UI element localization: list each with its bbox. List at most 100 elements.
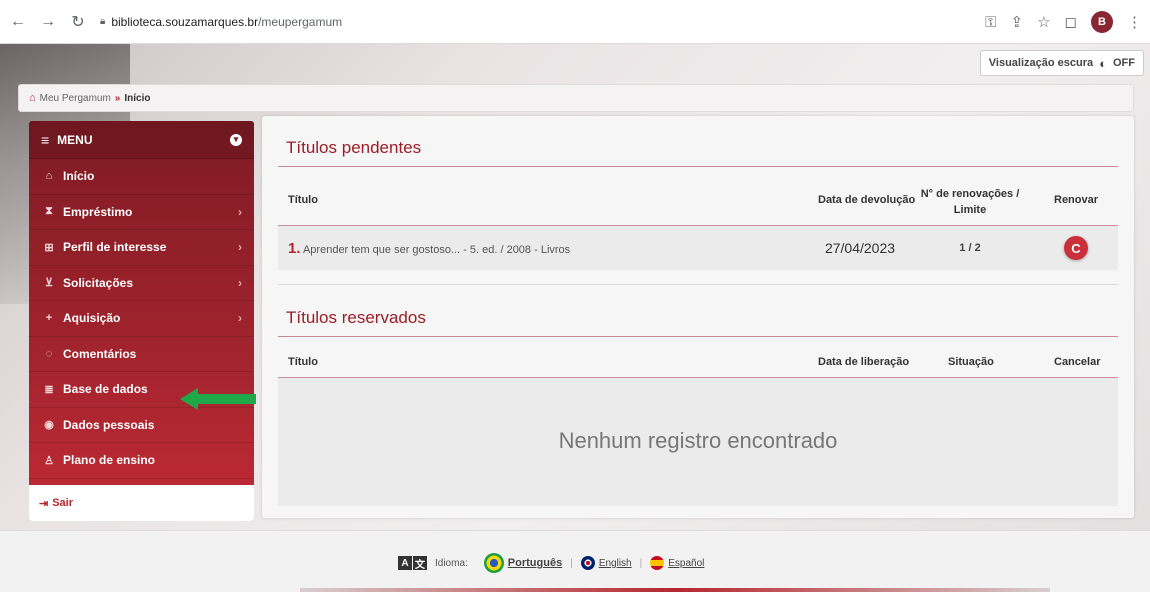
menu-title: MENU bbox=[57, 132, 93, 147]
main-panel: Títulos pendentes Título Data de devoluç… bbox=[262, 116, 1134, 518]
renew-button[interactable]: C bbox=[1064, 236, 1088, 260]
teacher-icon: ♙ bbox=[44, 454, 54, 467]
language-label: Idioma: bbox=[435, 557, 468, 569]
col-status: Situação bbox=[948, 356, 994, 368]
chevron-right-icon: › bbox=[238, 275, 242, 290]
sidebar-item-label: Solicitações bbox=[63, 275, 134, 290]
user-circle-icon: ◉ bbox=[44, 419, 54, 432]
hamburger-icon: ≡ bbox=[41, 131, 50, 148]
divider bbox=[278, 284, 1118, 285]
logout-icon: ⇥ bbox=[39, 497, 49, 510]
cart-icon: ⊻ bbox=[44, 277, 54, 290]
browser-actions: ⚿ ⇪ ☆ ◻ B ⋮ bbox=[985, 0, 1142, 44]
sidebar-item-label: Dados pessoais bbox=[63, 417, 155, 432]
language-selector: A文 Idioma: Português | English | Español bbox=[398, 553, 704, 573]
key-icon[interactable]: ⚿ bbox=[985, 14, 996, 31]
forward-icon[interactable]: → bbox=[36, 10, 60, 34]
footer-accent bbox=[300, 588, 1050, 592]
language-option-en[interactable]: English bbox=[580, 556, 632, 570]
sidebar-item-dados-pessoais[interactable]: ◉ Dados pessoais bbox=[29, 408, 254, 443]
breadcrumb-separator: » bbox=[114, 92, 121, 104]
sidebar-item-label: Plano de ensino bbox=[63, 453, 156, 468]
row-index: 1. bbox=[288, 240, 301, 257]
sidebar-item-perfil[interactable]: ⊞ Perfil de interesse › bbox=[29, 230, 254, 266]
highlight-arrow-icon bbox=[180, 388, 256, 410]
col-title: Título bbox=[288, 356, 318, 368]
language-option-es[interactable]: Español bbox=[650, 556, 704, 570]
url-path: /meupergamum bbox=[258, 14, 343, 29]
sidebar-item-label: Empréstimo bbox=[63, 204, 133, 219]
uk-flag-icon bbox=[580, 556, 595, 570]
home-icon: ⌂ bbox=[45, 170, 53, 183]
toggle-icon: ◐ bbox=[1099, 55, 1107, 71]
brazil-flag-icon bbox=[483, 553, 504, 573]
chevron-right-icon: › bbox=[238, 204, 242, 219]
translate-icon: A文 bbox=[398, 556, 427, 571]
reload-icon[interactable]: ↻ bbox=[66, 10, 90, 34]
lock-icon: 🔒︎ bbox=[100, 16, 106, 27]
row-title[interactable]: 1. Aprender tem que ser gostoso... - 5. … bbox=[288, 240, 570, 257]
row-due-date: 27/04/2023 bbox=[824, 240, 896, 256]
dark-mode-toggle[interactable]: Visualização escura ◐ OFF bbox=[979, 50, 1144, 76]
more-menu-icon[interactable]: ⋮ bbox=[1127, 13, 1142, 31]
sidebar-item-label: Comentários bbox=[63, 346, 137, 361]
col-renewals: N° de renovações / Limite bbox=[920, 188, 1020, 216]
sidebar-item-aquisicao[interactable]: + Aquisição › bbox=[29, 301, 254, 337]
sidebar-item-label: Início bbox=[63, 169, 95, 184]
comment-icon: ◌ bbox=[45, 347, 53, 360]
breadcrumb: ⌂ Meu Pergamum » Início bbox=[18, 84, 1134, 112]
chevron-right-icon: › bbox=[238, 311, 242, 326]
address-bar[interactable]: 🔒︎ biblioteca.souzamarques.br /meupergam… bbox=[100, 15, 342, 29]
language-label-en: English bbox=[598, 557, 632, 569]
star-icon[interactable]: ☆ bbox=[1037, 13, 1050, 31]
hourglass-icon: ⧗ bbox=[45, 205, 53, 218]
breadcrumb-root[interactable]: Meu Pergamum bbox=[40, 93, 111, 104]
divider bbox=[278, 336, 1118, 337]
plus-icon: + bbox=[45, 312, 53, 325]
language-divider: | bbox=[570, 557, 573, 569]
sidebar-item-plano-de-ensino[interactable]: ♙ Plano de ensino bbox=[29, 443, 254, 479]
sidebar-item-emprestimo[interactable]: ⧗ Empréstimo › bbox=[29, 195, 254, 230]
database-icon: ≣ bbox=[44, 383, 54, 396]
sidebar-item-comentarios[interactable]: ◌ Comentários bbox=[29, 337, 254, 372]
profile-avatar[interactable]: B bbox=[1091, 11, 1113, 33]
sidebar-item-solicitacoes[interactable]: ⊻ Solicitações › bbox=[29, 266, 254, 301]
reserved-title: Títulos reservados bbox=[286, 308, 426, 327]
sidebar-item-inicio[interactable]: ⌂ Início bbox=[29, 159, 254, 195]
footer: A文 Idioma: Português | English | Español bbox=[0, 530, 1150, 592]
sidepanel-icon[interactable]: ◻ bbox=[1065, 13, 1077, 31]
language-label-pt: Português bbox=[507, 557, 563, 569]
share-icon[interactable]: ⇪ bbox=[1011, 13, 1024, 31]
sidebar-item-label: Aquisição bbox=[63, 311, 121, 326]
sitemap-icon: ⊞ bbox=[44, 241, 54, 254]
dark-mode-label: Visualização escura bbox=[988, 57, 1094, 69]
col-due-date: Data de devolução bbox=[818, 194, 916, 206]
col-title: Título bbox=[288, 194, 318, 206]
sidebar-item-label: Base de dados bbox=[63, 382, 148, 397]
logout-label: Sair bbox=[52, 497, 74, 509]
col-cancel: Cancelar bbox=[1054, 356, 1101, 368]
language-divider: | bbox=[639, 557, 643, 569]
refresh-icon: C bbox=[1071, 240, 1081, 256]
breadcrumb-current: Início bbox=[124, 92, 151, 104]
language-option-pt[interactable]: Português bbox=[483, 553, 563, 573]
sidebar-item-label: Perfil de interesse bbox=[63, 240, 167, 255]
logout-button[interactable]: ⇥ Sair bbox=[29, 485, 254, 521]
empty-message: Nenhum registro encontrado bbox=[558, 428, 838, 453]
spain-flag-icon bbox=[650, 556, 665, 570]
row-title-text: Aprender tem que ser gostoso... - 5. ed.… bbox=[302, 244, 571, 256]
col-renew: Renovar bbox=[1054, 194, 1099, 206]
url-domain: biblioteca.souzamarques.br bbox=[111, 14, 259, 29]
browser-toolbar: ← → ↻ 🔒︎ biblioteca.souzamarques.br /meu… bbox=[0, 0, 1150, 44]
back-icon[interactable]: ← bbox=[6, 10, 30, 34]
home-icon: ⌂ bbox=[29, 92, 36, 104]
collapse-icon[interactable]: ▾ bbox=[230, 133, 242, 146]
sidebar-menu: ≡ MENU ▾ ⌂ Início ⧗ Empréstimo › ⊞ Perfi… bbox=[29, 121, 254, 521]
row-renewals: 1 / 2 bbox=[959, 242, 981, 254]
menu-header[interactable]: ≡ MENU ▾ bbox=[29, 121, 254, 159]
chevron-right-icon: › bbox=[238, 240, 242, 255]
pending-title: Títulos pendentes bbox=[286, 138, 422, 157]
dark-mode-state: OFF bbox=[1113, 57, 1135, 69]
col-release-date: Data de liberação bbox=[818, 356, 910, 368]
divider bbox=[278, 166, 1118, 167]
